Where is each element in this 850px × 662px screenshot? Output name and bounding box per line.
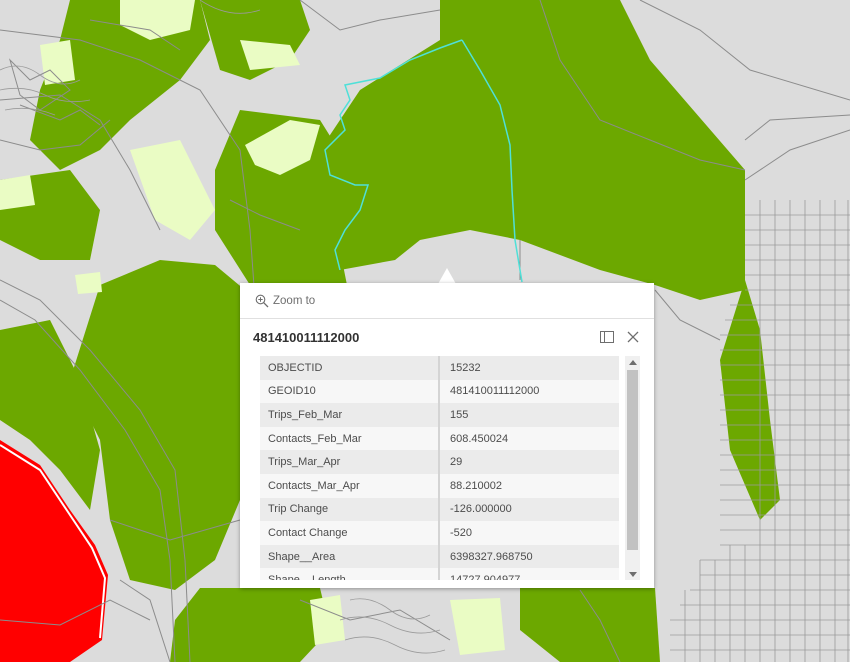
field-name: Trip Change [260,497,440,522]
field-value: 155 [439,403,619,427]
table-row: Contacts_Feb_Mar 608.450024 [260,426,619,451]
field-value: 6398327.968750 [439,544,619,569]
table-row: Trip Change -126.000000 [260,497,619,522]
dock-panel-icon [600,331,614,343]
zoom-to-button[interactable]: Zoom to [255,294,315,308]
table-row: OBJECTID 15232 [260,356,619,380]
table-row: GEOID10 481410011112000 [260,379,619,404]
field-name: OBJECTID [260,356,440,380]
light-green-polygon-5 [0,175,35,210]
light-green-polygon-8 [310,595,345,645]
popup-pointer [438,268,456,284]
zoom-to-label: Zoom to [273,294,316,307]
scroll-down-button[interactable] [625,568,640,580]
field-name: Shape__Length [260,568,440,580]
popup-title: 481410011112000 [253,330,360,345]
green-polygon-south [170,588,330,662]
close-button[interactable] [624,328,642,346]
popup-scrollbar[interactable] [625,356,640,580]
close-icon [627,331,639,343]
scroll-down-arrow-icon [628,571,637,577]
field-name: Contacts_Mar_Apr [260,473,440,498]
field-name: Trips_Mar_Apr [260,450,440,474]
table-row: Shape__Area 6398327.968750 [260,544,619,569]
dock-button[interactable] [598,328,616,346]
light-green-polygon-7 [75,272,102,294]
zoom-in-magnifier-icon [255,294,269,307]
table-row: Trips_Feb_Mar 155 [260,403,619,427]
field-value: 481410011112000 [439,379,619,404]
table-row: Contacts_Mar_Apr 88.210002 [260,473,619,498]
attribute-table-container[interactable]: OBJECTID 15232 GEOID10 481410011112000 T… [260,356,620,580]
table-row: Shape__Length 14727.904977 [260,568,619,580]
field-name: Contact Change [260,521,440,545]
field-name: GEOID10 [260,379,440,404]
scroll-up-arrow-icon [628,359,637,365]
table-row: Trips_Mar_Apr 29 [260,450,619,474]
field-name: Contacts_Feb_Mar [260,426,440,451]
scroll-thumb[interactable] [627,370,638,550]
field-value: 608.450024 [439,426,619,451]
scroll-up-button[interactable] [625,356,640,368]
table-row: Contact Change -520 [260,521,619,545]
field-name: Shape__Area [260,544,440,569]
field-value: -520 [439,521,619,545]
field-value: -126.000000 [439,497,619,522]
field-value: 29 [439,450,619,474]
feature-popup[interactable]: Zoom to 481410011112000 OBJECTID 15232 G… [240,283,654,588]
field-name: Trips_Feb_Mar [260,403,440,427]
popup-action-bar: Zoom to [240,283,654,319]
attribute-table: OBJECTID 15232 GEOID10 481410011112000 T… [260,356,619,580]
field-value: 14727.904977 [439,568,619,580]
field-value: 88.210002 [439,473,619,498]
field-value: 15232 [439,356,619,380]
